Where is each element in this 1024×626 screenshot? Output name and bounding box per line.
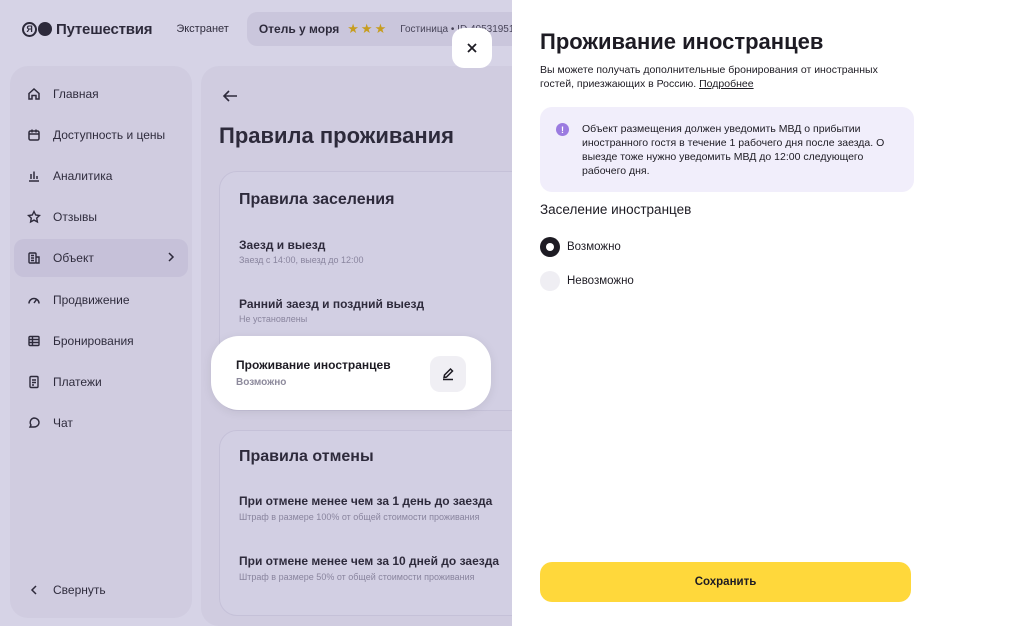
info-icon: !: [556, 123, 569, 136]
radio-label: Возможно: [567, 241, 621, 253]
radio-label: Невозможно: [567, 275, 634, 287]
section-title: Заселение иностранцев: [540, 202, 692, 217]
foreign-guests-rule[interactable]: Проживание иностранцев Возможно: [211, 336, 491, 410]
modal-overlay[interactable]: [0, 0, 512, 626]
close-button[interactable]: [452, 28, 492, 68]
radio-checked[interactable]: [540, 237, 560, 257]
panel-description: Вы можете получать дополнительные бронир…: [540, 64, 878, 90]
foreign-guests-panel: Проживание иностранцев Вы можете получат…: [512, 0, 1024, 626]
rule-title: Проживание иностранцев: [236, 358, 391, 372]
save-button[interactable]: Сохранить: [540, 562, 911, 602]
rule-subtitle: Возможно: [236, 377, 287, 388]
radio-option-possible[interactable]: Возможно: [540, 236, 621, 258]
info-notice: ! Объект размещения должен уведомить МВД…: [540, 107, 914, 192]
background-app: Я Путешествия Экстранет Отель у моря ★ ★…: [0, 0, 512, 626]
radio-unchecked[interactable]: [540, 271, 560, 291]
notice-text: Объект размещения должен уведомить МВД о…: [582, 123, 885, 177]
panel-title: Проживание иностранцев: [540, 29, 824, 54]
radio-option-impossible[interactable]: Невозможно: [540, 270, 634, 292]
pencil-icon: [443, 367, 454, 381]
edit-button[interactable]: [430, 356, 466, 392]
learn-more-link[interactable]: Подробнее: [699, 78, 753, 90]
close-icon: [467, 43, 477, 53]
